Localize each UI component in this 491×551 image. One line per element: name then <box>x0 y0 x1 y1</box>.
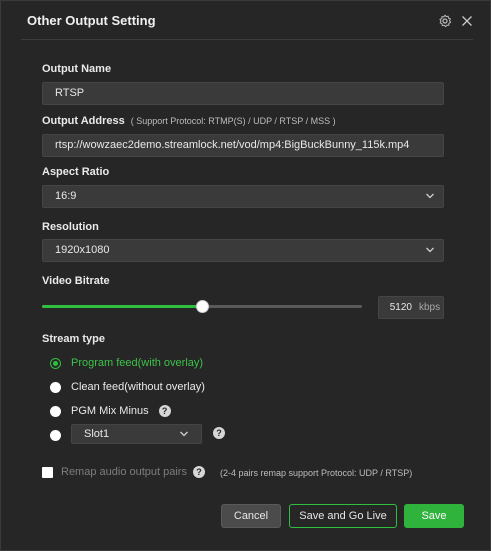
help-icon[interactable]: ? <box>193 466 205 478</box>
clean-feed-label: Clean feed(without overlay) <box>71 381 205 393</box>
radio-icon[interactable] <box>50 405 61 417</box>
stream-option-clean-feed[interactable]: Clean feed(without overlay) <box>50 379 205 395</box>
dialog-title: Other Output Setting <box>27 13 156 28</box>
help-icon[interactable]: ? <box>213 427 225 439</box>
bitrate-slider-thumb[interactable] <box>196 300 209 313</box>
protocol-support-hint: ( Support Protocol: RTMP(S) / UDP / RTSP… <box>130 116 336 126</box>
remap-audio-checkbox[interactable] <box>42 467 53 478</box>
radio-selected-icon[interactable] <box>50 357 61 369</box>
title-separator <box>21 39 473 40</box>
program-feed-label: Program feed(with overlay) <box>71 357 204 369</box>
help-icon[interactable]: ? <box>158 405 171 417</box>
remap-audio-hint: (2-4 pairs remap support Protocol: UDP /… <box>220 468 413 478</box>
output-setting-dialog: Other Output Setting Output Name RTSP Ou… <box>0 0 491 551</box>
output-address-label: Output Address ( Support Protocol: RTMP(S… <box>42 115 336 127</box>
bitrate-value: 5120 <box>389 302 412 313</box>
aspect-ratio-label: Aspect Ratio <box>42 166 110 178</box>
bitrate-slider-track[interactable] <box>42 300 362 313</box>
radio-icon[interactable] <box>50 381 61 393</box>
settings-gear-icon[interactable] <box>437 13 453 29</box>
chevron-down-icon <box>426 247 434 253</box>
resolution-label: Resolution <box>42 221 99 233</box>
slot-value: Slot1 <box>84 428 110 440</box>
output-address-label-text: Output Address <box>42 115 125 127</box>
save-and-go-live-button[interactable]: Save and Go Live <box>289 504 397 528</box>
aspect-ratio-select[interactable]: 16:9 <box>42 185 444 208</box>
aspect-ratio-value: 16:9 <box>55 190 77 202</box>
output-name-label: Output Name <box>42 63 112 75</box>
stream-option-pgm-mix-minus[interactable]: PGM Mix Minus ? <box>50 403 171 419</box>
radio-icon[interactable] <box>50 429 61 441</box>
resolution-value: 1920x1080 <box>55 244 110 256</box>
chevron-down-icon <box>426 193 434 199</box>
bitrate-unit: kbps <box>419 302 441 313</box>
stream-type-label: Stream type <box>42 333 105 345</box>
dialog-titlebar: Other Output Setting <box>1 1 490 39</box>
output-address-input[interactable]: rtsp://wowzaec2demo.streamlock.net/vod/m… <box>42 134 444 157</box>
output-name-input[interactable]: RTSP <box>42 82 444 105</box>
stream-option-slot[interactable] <box>50 427 61 443</box>
close-icon[interactable] <box>459 13 475 29</box>
remap-audio-label: Remap audio output pairs <box>61 466 187 478</box>
bitrate-input[interactable]: 5120 kbps <box>378 296 444 319</box>
slot-select[interactable]: Slot1 <box>71 424 202 444</box>
bitrate-slider-fill <box>42 305 202 308</box>
cancel-button[interactable]: Cancel <box>221 504 281 528</box>
pgm-mix-minus-label: PGM Mix Minus <box>71 405 149 417</box>
resolution-select[interactable]: 1920x1080 <box>42 239 444 262</box>
save-button[interactable]: Save <box>404 504 464 528</box>
chevron-down-icon <box>180 431 188 437</box>
video-bitrate-label: Video Bitrate <box>42 275 110 287</box>
stream-option-program-feed[interactable]: Program feed(with overlay) <box>50 355 203 371</box>
